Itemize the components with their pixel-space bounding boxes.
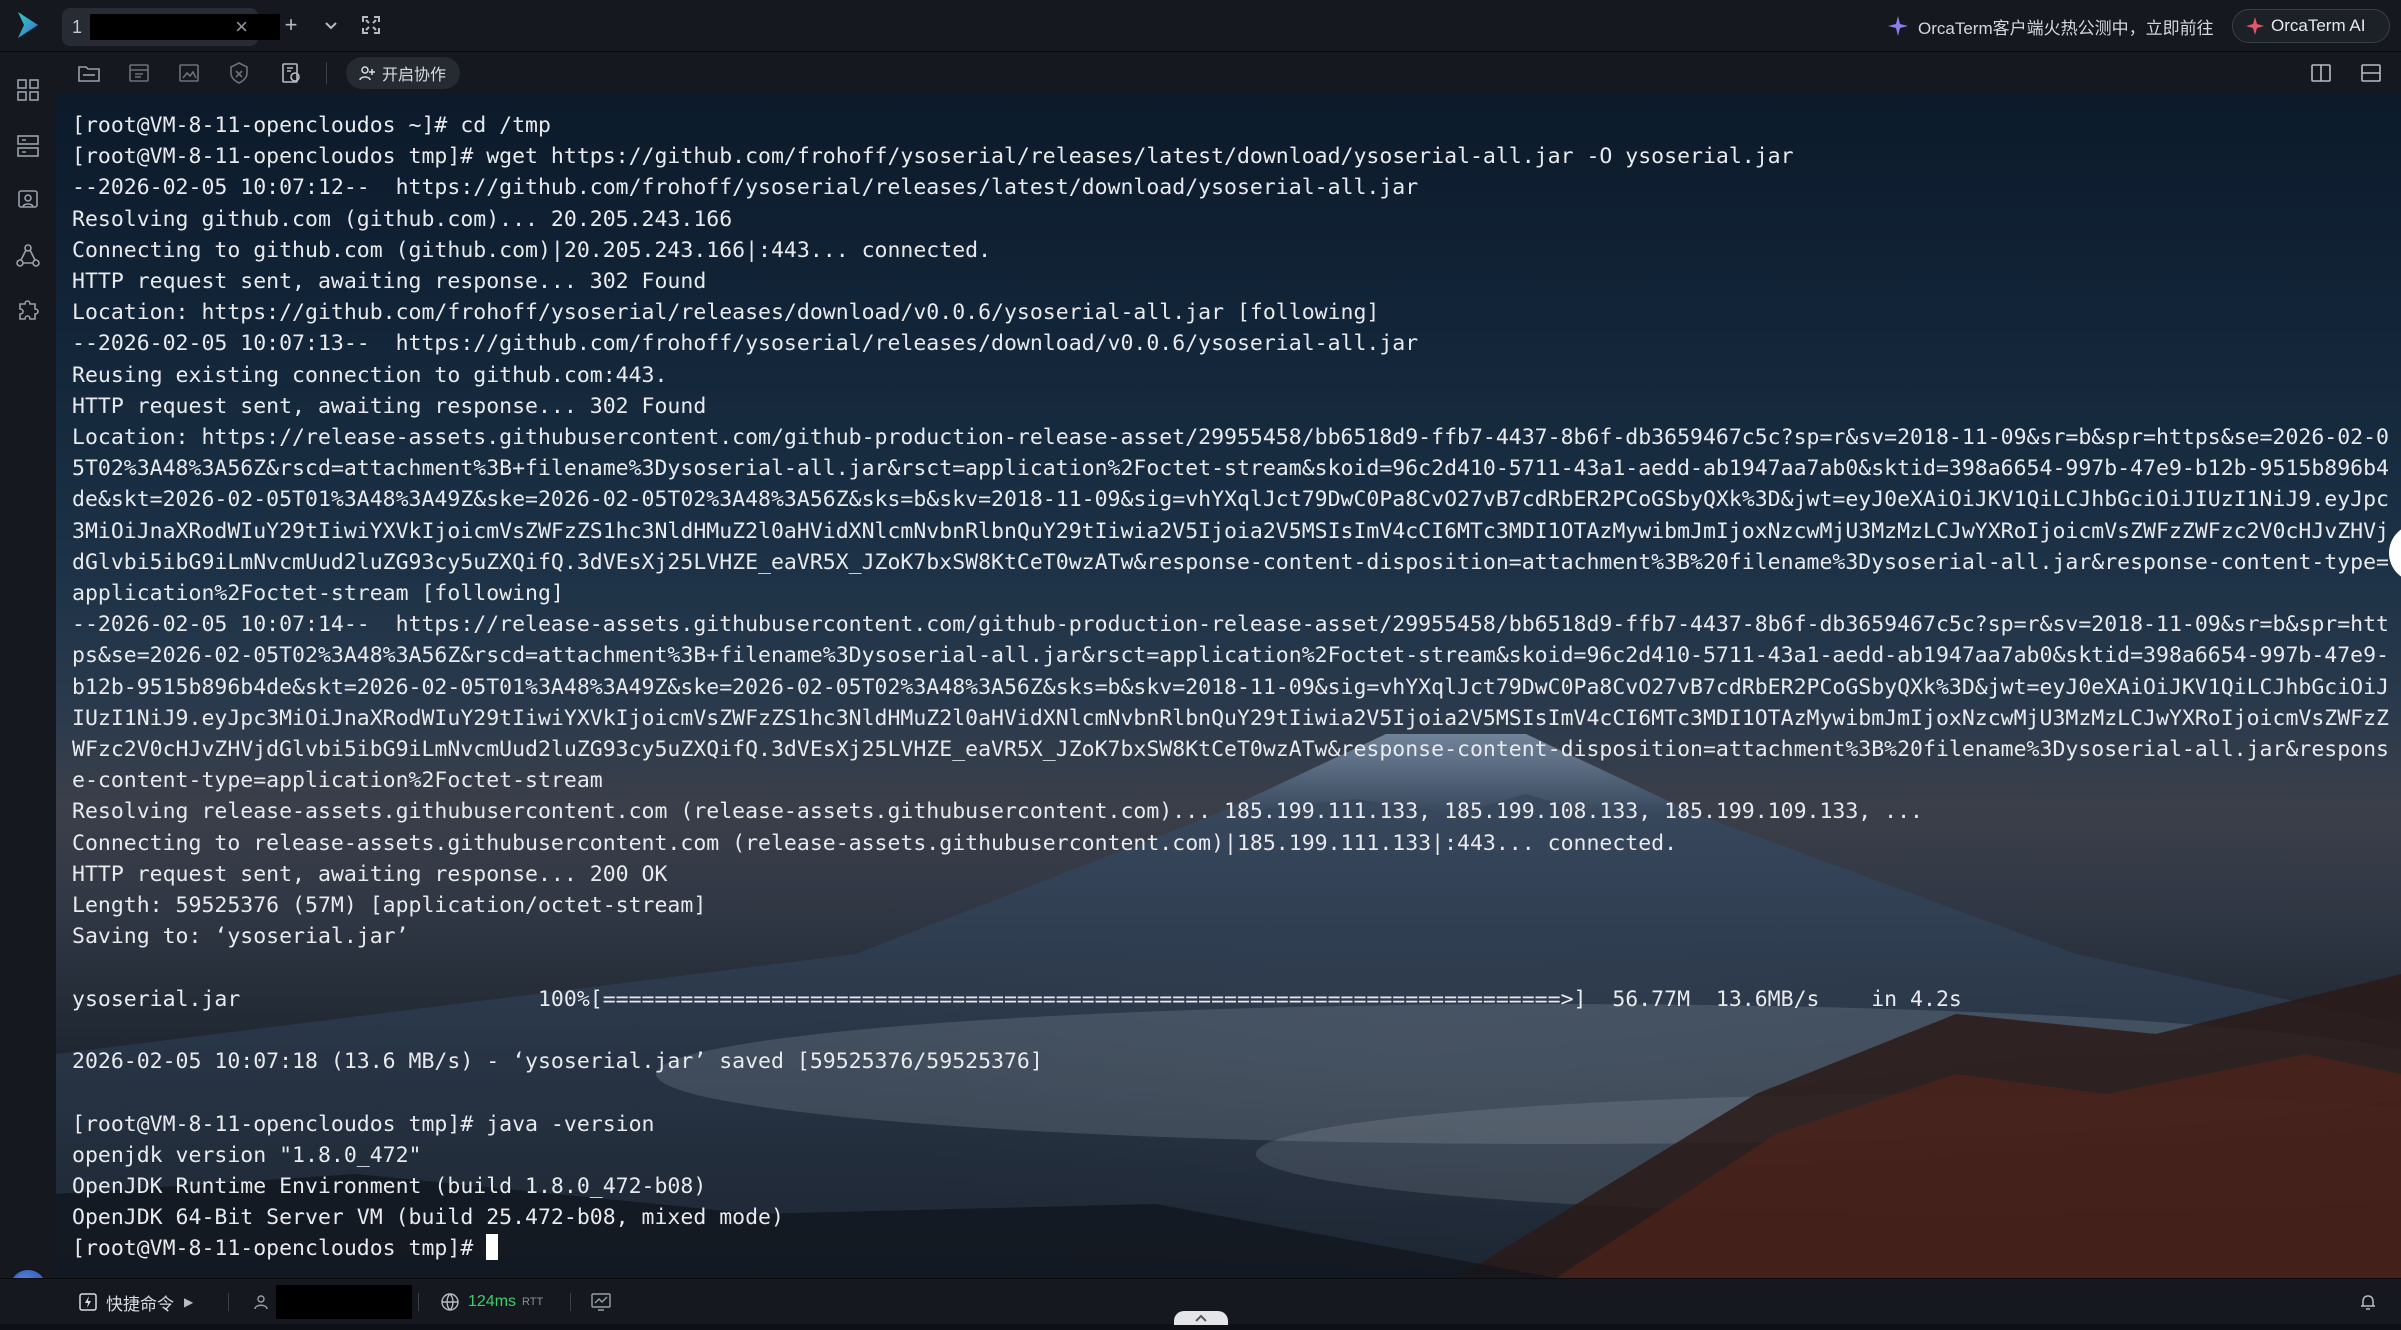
- terminal-line: Location: https://release-assets.githubu…: [72, 425, 2389, 607]
- terminal-line: --2026-02-05 10:07:12-- https://github.c…: [72, 175, 1419, 201]
- terminal-line: Location: https://github.com/frohoff/yso…: [72, 300, 1380, 326]
- toolbar: 开启协作: [56, 52, 2401, 94]
- ai-button-label: OrcaTerm AI: [2271, 16, 2366, 35]
- status-divider: [418, 1293, 419, 1311]
- terminal-line: Reusing existing connection to github.co…: [72, 362, 668, 388]
- file-manager-icon[interactable]: [126, 60, 152, 86]
- terminal-line: --2026-02-05 10:07:13-- https://github.c…: [72, 331, 1419, 357]
- terminal-line: Resolving release-assets.githubuserconte…: [72, 799, 1924, 825]
- status-divider: [570, 1293, 571, 1311]
- redacted-host: [276, 1285, 412, 1319]
- terminal-line: [root@VM-8-11-opencloudos ~]# cd /tmp: [72, 113, 551, 138]
- plugin-puzzle-icon[interactable]: [14, 296, 42, 324]
- caret-right-icon: ▶: [184, 1295, 194, 1309]
- tab-index: 1: [72, 17, 83, 37]
- split-vertical-icon[interactable]: [2308, 60, 2334, 86]
- terminal-cursor: [486, 1234, 499, 1261]
- quick-commands-button[interactable]: 快捷命令 ▶: [78, 1279, 193, 1325]
- terminal-line: --2026-02-05 10:07:14-- https://release-…: [72, 612, 2389, 794]
- terminal-line: [root@VM-8-11-opencloudos tmp]# wget htt…: [72, 144, 1794, 170]
- monitor-chart-icon: [591, 1293, 611, 1311]
- tab-list-chevron-down-icon[interactable]: [318, 12, 344, 38]
- terminal-line: HTTP request sent, awaiting response... …: [72, 269, 707, 295]
- terminal-line: HTTP request sent, awaiting response... …: [72, 393, 707, 419]
- terminal-line: 2026-02-05 10:07:18 (13.6 MB/s) - ‘ysose…: [72, 1049, 1043, 1075]
- latency-value: 124ms: [468, 1293, 517, 1310]
- add-user-icon: [359, 66, 375, 81]
- terminal-line: Resolving github.com (github.com)... 20.…: [72, 206, 733, 232]
- panel-collapse-handle[interactable]: [1174, 1311, 1228, 1325]
- split-horizontal-icon[interactable]: [2358, 60, 2384, 86]
- terminal-line: [root@VM-8-11-opencloudos tmp]# java -ve…: [72, 1111, 655, 1137]
- user-icon: [254, 1295, 268, 1310]
- promo-banner[interactable]: OrcaTerm客户端火热公测中，立即前往: [1886, 12, 2214, 40]
- session-tab[interactable]: 1 ×: [62, 8, 280, 46]
- collaboration-label: 开启协作: [382, 67, 447, 84]
- ai-sparkle-icon: [2246, 17, 2264, 35]
- sparkle-icon: [1888, 16, 1908, 36]
- tab-name-redacted: [90, 14, 280, 40]
- left-sidebar: [0, 52, 56, 1306]
- toolbar-divider: [326, 62, 327, 84]
- dashboard-grid-icon[interactable]: [14, 76, 42, 104]
- terminal-line: OpenJDK 64-Bit Server VM (build 25.472-b…: [72, 1205, 784, 1231]
- fullscreen-icon[interactable]: [358, 12, 384, 38]
- promo-text: OrcaTerm客户端火热公测中，立即前往: [1918, 18, 2214, 38]
- terminal-line: HTTP request sent, awaiting response... …: [72, 861, 668, 887]
- quick-commands-label: 快捷命令: [106, 1294, 174, 1314]
- tab-close-icon[interactable]: ×: [235, 14, 248, 40]
- sftp-folder-icon[interactable]: [76, 60, 102, 86]
- terminal-line: Connecting to github.com (github.com)|20…: [72, 237, 992, 263]
- status-divider: [228, 1293, 229, 1311]
- terminal-prompt: [root@VM-8-11-opencloudos tmp]#: [72, 1236, 487, 1262]
- terminal-lines: [root@VM-8-11-opencloudos ~]# cd /tmp [r…: [72, 113, 2389, 1230]
- title-bar: 1 × + OrcaTerm客户端火热公测中，立即前往 OrcaTerm AI: [0, 0, 2401, 52]
- globe-icon: [441, 1293, 459, 1311]
- monitor-icon[interactable]: [14, 186, 42, 214]
- terminal-line: Length: 59525376 (57M) [application/octe…: [72, 893, 707, 919]
- latency-unit: RTT: [522, 1296, 544, 1308]
- terminal-output[interactable]: [root@VM-8-11-opencloudos ~]# cd /tmp [r…: [72, 110, 2392, 1265]
- screenshot-record-icon[interactable]: [278, 60, 304, 86]
- status-bar: 快捷命令 ▶ 124ms RTT: [0, 1278, 2401, 1325]
- connection-user-info[interactable]: [252, 1279, 412, 1325]
- terminal-line: openjdk version "1.8.0_472": [72, 1142, 422, 1168]
- security-shield-icon[interactable]: [226, 60, 252, 86]
- network-nodes-icon[interactable]: [14, 242, 42, 270]
- orcaterm-logo-icon[interactable]: [10, 8, 44, 42]
- image-upload-icon[interactable]: [176, 60, 202, 86]
- terminal-line: Connecting to release-assets.githubuserc…: [72, 830, 1678, 856]
- orcaterm-ai-button[interactable]: OrcaTerm AI: [2232, 9, 2390, 43]
- terminal-line: ysoserial.jar 100%[=====================…: [72, 986, 1962, 1012]
- server-list-icon[interactable]: [14, 132, 42, 160]
- new-tab-plus-icon[interactable]: +: [278, 12, 304, 38]
- latency-indicator[interactable]: 124ms RTT: [440, 1279, 543, 1325]
- lightning-icon: [79, 1293, 97, 1311]
- notification-bell-button[interactable]: [2358, 1279, 2378, 1325]
- terminal-line: OpenJDK Runtime Environment (build 1.8.0…: [72, 1173, 707, 1199]
- chevron-up-icon: [1195, 1314, 1207, 1322]
- start-collaboration-button[interactable]: 开启协作: [346, 57, 461, 89]
- terminal-line: Saving to: ‘ysoserial.jar’: [72, 924, 409, 950]
- terminal-pane[interactable]: [root@VM-8-11-opencloudos ~]# cd /tmp [r…: [56, 94, 2401, 1278]
- bell-icon: [2361, 1295, 2375, 1310]
- performance-monitor-button[interactable]: [590, 1279, 612, 1325]
